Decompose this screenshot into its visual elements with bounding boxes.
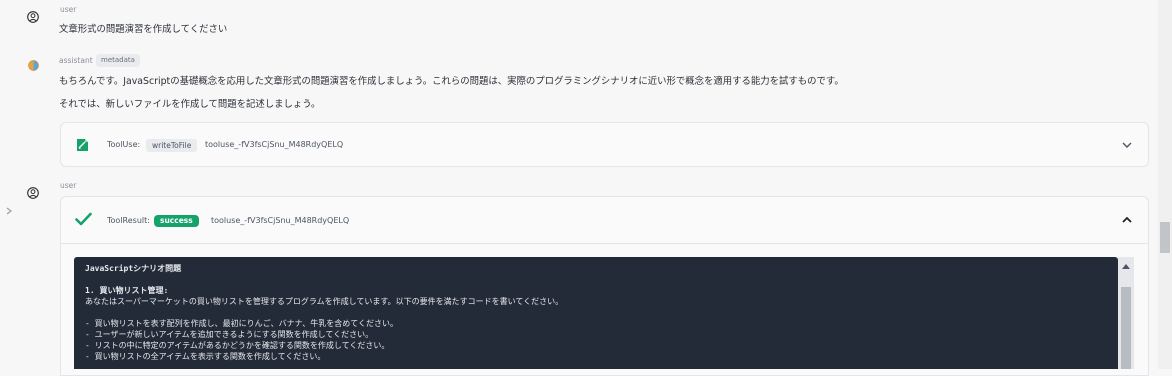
scroll-up-arrow-icon[interactable] [1122, 263, 1130, 269]
user-avatar-icon [27, 11, 39, 23]
file-edit-icon [77, 139, 88, 151]
user-message-text: 文章形式の問題演習を作成してください [59, 24, 228, 35]
tool-use-id: tooluse_-fV3fsCjSnu_M48RdyQELQ [205, 140, 344, 149]
checkmark-icon [75, 212, 92, 226]
code-scrollbar[interactable] [1118, 257, 1134, 369]
role-label-user: user [60, 5, 77, 14]
role-label-user: user [60, 181, 77, 190]
code-line: - 買い物リストの全アイテムを表示する関数を作成してください。 [85, 352, 326, 361]
code-line: 1. 買い物リスト管理: [85, 286, 169, 295]
page-scrollbar[interactable] [1158, 0, 1172, 369]
page-scrollbar-thumb[interactable] [1160, 222, 1170, 253]
tool-use-card[interactable]: ToolUse: writeToFile tooluse_-fV3fsCjSnu… [60, 122, 1149, 167]
assistant-paragraph-1: もちろんです。JavaScriptの基礎概念を応用した文章形式の問題演習を作成し… [59, 76, 844, 87]
tool-result-header[interactable]: ToolResult: success tooluse_-fV3fsCjSnu_… [61, 197, 1148, 244]
tool-result-label: ToolResult: [107, 216, 150, 225]
status-badge: success [154, 215, 199, 227]
tool-result-id: tooluse_-fV3fsCjSnu_M48RdyQELQ [211, 216, 350, 225]
chevron-up-icon[interactable] [1121, 214, 1133, 226]
code-line: - 買い物リストを表す配列を作成し、最初にりんご、バナナ、牛乳を含めてください。 [85, 319, 398, 328]
code-line: - ユーザーが新しいアイテムを追加できるようにする関数を作成してください。 [85, 330, 374, 339]
tool-name-chip: writeToFile [146, 139, 198, 152]
code-line: JavaScriptシナリオ問題 [85, 264, 182, 273]
assistant-avatar-icon [28, 60, 39, 71]
code-line: - リストの中に特定のアイテムがあるかどうかを確認する関数を作成してください。 [85, 341, 390, 350]
code-line: あなたはスーパーマーケットの買い物リストを管理するプログラムを作成しています。以… [85, 297, 564, 306]
tool-use-label: ToolUse: [107, 140, 141, 149]
sidebar-expand-icon[interactable] [5, 207, 13, 215]
tool-result-content: JavaScriptシナリオ問題 1. 買い物リスト管理: あなたはスーパーマー… [74, 257, 1118, 369]
assistant-paragraph-2: それでは、新しいファイルを作成して問題を記述しましょう。 [59, 99, 321, 110]
metadata-badge[interactable]: metadata [96, 54, 140, 67]
code-scrollbar-thumb[interactable] [1121, 287, 1131, 369]
role-label-assistant: assistant [59, 56, 93, 65]
chevron-down-icon[interactable] [1121, 139, 1133, 151]
user-avatar-icon [27, 187, 39, 199]
